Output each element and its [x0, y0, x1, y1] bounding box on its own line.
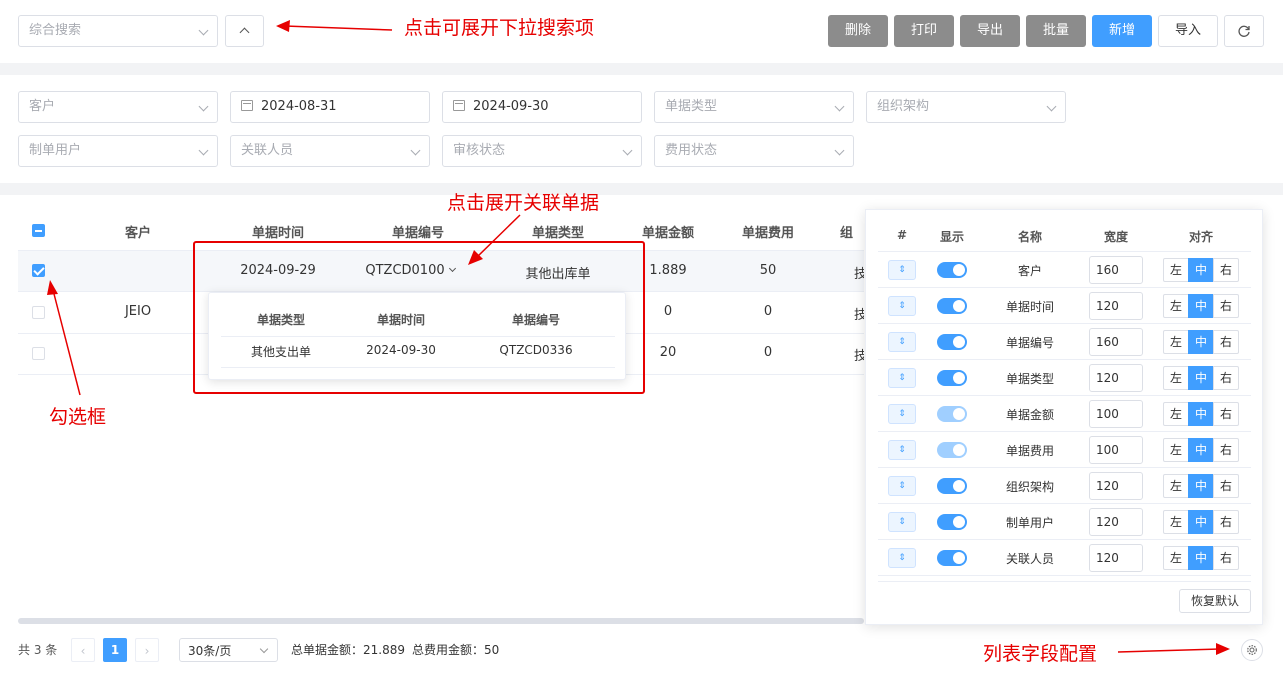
annotation-checkbox: 勾选框: [49, 406, 107, 428]
annotation-expand-related: 点击展开关联单据: [447, 192, 600, 214]
annotation-column-config: 列表字段配置: [983, 643, 1098, 665]
annotation-arrows: [47, 20, 1230, 655]
annotation-expand-search: 点击可展开下拉搜索项: [404, 17, 595, 39]
